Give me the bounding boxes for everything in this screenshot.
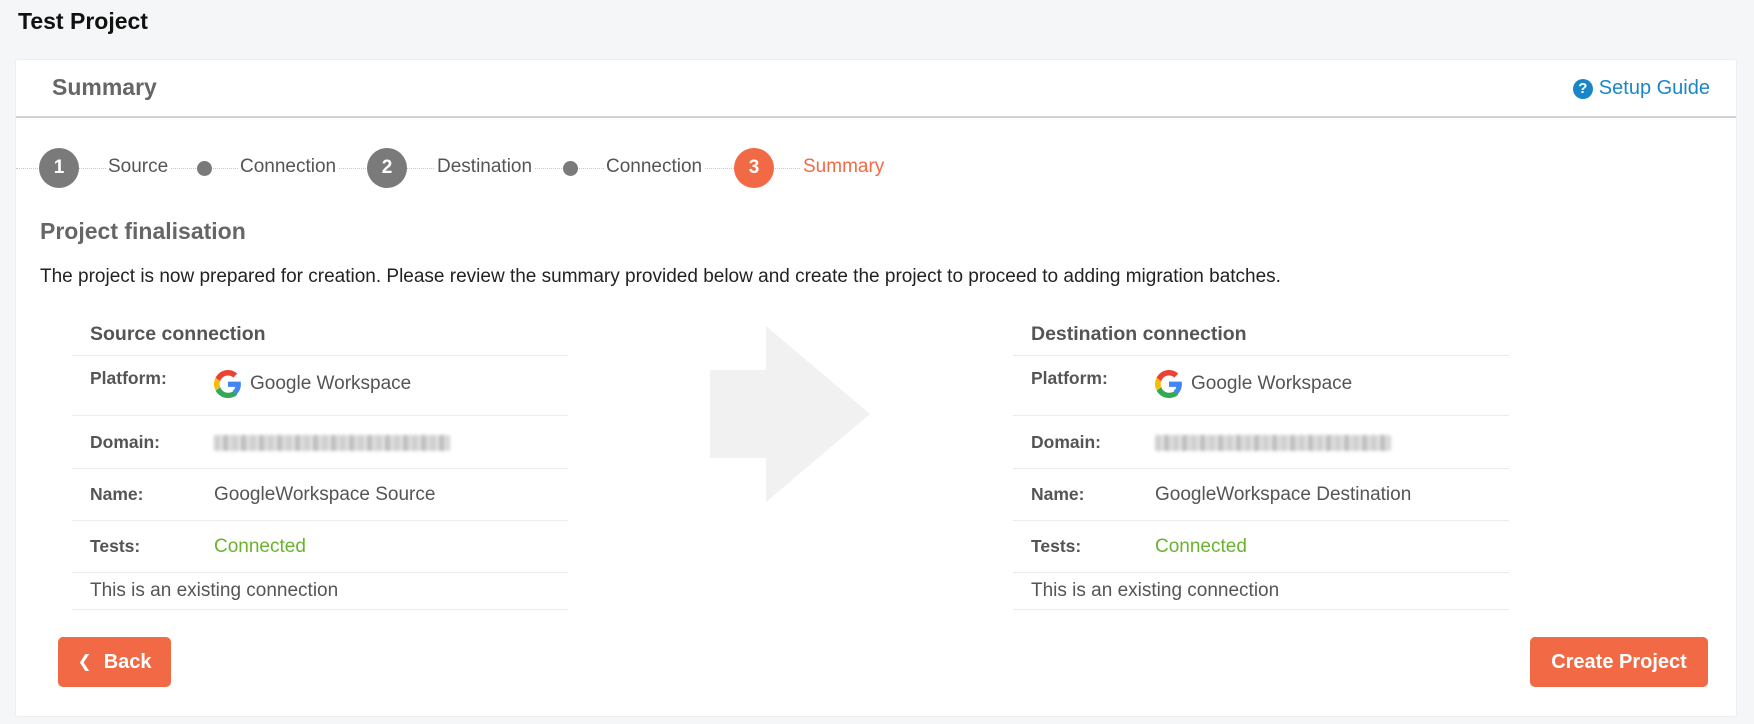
destination-domain-row: Domain:: [1013, 416, 1509, 469]
source-name-value: GoogleWorkspace Source: [214, 483, 436, 505]
create-project-button[interactable]: Create Project: [1530, 637, 1708, 687]
destination-platform-label: Platform:: [1031, 368, 1108, 388]
stepper: 1 Source Connection 2 Destination Connec…: [16, 146, 906, 192]
destination-platform-text: Google Workspace: [1191, 373, 1353, 394]
step-summary-label: Summary: [801, 156, 887, 178]
source-name-label: Name:: [90, 484, 144, 504]
help-circle-icon: ?: [1572, 78, 1593, 99]
step-1-circle: 1: [39, 148, 79, 188]
source-domain-row: Domain:: [72, 416, 568, 469]
setup-guide-link[interactable]: ? Setup Guide: [1572, 77, 1710, 100]
project-title: Test Project: [18, 8, 148, 34]
chevron-left-icon: ❮: [77, 652, 92, 671]
google-icon: [214, 370, 241, 398]
source-platform-label: Platform:: [90, 368, 167, 388]
summary-card: Summary ? Setup Guide 1 Source Connectio…: [15, 59, 1737, 717]
destination-name-label: Name:: [1031, 484, 1085, 504]
setup-guide-label: Setup Guide: [1598, 77, 1710, 99]
destination-tests-label: Tests:: [1031, 536, 1082, 556]
destination-domain-label: Domain:: [1031, 431, 1101, 452]
back-button[interactable]: ❮ Back: [58, 637, 171, 687]
section-title: Project finalisation: [40, 218, 246, 244]
card-header: Summary ? Setup Guide: [16, 60, 1736, 118]
step-3-circle: 3: [734, 148, 774, 188]
destination-name-value: GoogleWorkspace Destination: [1155, 483, 1412, 505]
arrow-right-icon: [710, 326, 870, 502]
back-button-label: Back: [103, 650, 152, 673]
step-source-label: Source: [106, 156, 171, 178]
source-domain-redacted: [214, 435, 450, 451]
step-destination-label: Destination: [435, 156, 535, 178]
source-domain-label: Domain:: [90, 431, 160, 452]
step-connection-dot: [197, 161, 212, 176]
card-title: Summary: [52, 74, 157, 100]
google-icon: [1155, 370, 1182, 398]
source-connection-title: Source connection: [72, 320, 568, 356]
source-tests-status: Connected: [214, 535, 306, 557]
destination-platform-row: Platform: Google Workspace: [1013, 356, 1509, 416]
step-2-circle: 2: [367, 148, 407, 188]
destination-platform-value: Google Workspace: [1155, 368, 1352, 398]
destination-tests-status: Connected: [1155, 535, 1247, 557]
destination-connection-title: Destination connection: [1013, 320, 1509, 356]
source-tests-label: Tests:: [90, 536, 141, 556]
source-tests-row: Tests: Connected: [72, 521, 568, 573]
step-connection-label: Connection: [238, 156, 339, 178]
source-name-row: Name: GoogleWorkspace Source: [72, 469, 568, 521]
step-connection-label-2: Connection: [604, 156, 705, 178]
destination-tests-row: Tests: Connected: [1013, 521, 1509, 573]
destination-name-row: Name: GoogleWorkspace Destination: [1013, 469, 1509, 521]
destination-domain-redacted: [1155, 435, 1391, 451]
destination-connection-panel: Destination connection Platform: Google …: [1013, 320, 1509, 610]
source-existing-note: This is an existing connection: [72, 573, 568, 610]
source-platform-row: Platform: Google Workspace: [72, 356, 568, 416]
section-description: The project is now prepared for creation…: [40, 266, 1281, 287]
source-platform-value: Google Workspace: [214, 368, 411, 398]
source-connection-panel: Source connection Platform: Google Works…: [72, 320, 568, 610]
destination-existing-note: This is an existing connection: [1013, 573, 1509, 610]
step-connection-dot-2: [563, 161, 578, 176]
source-platform-text: Google Workspace: [250, 373, 412, 394]
create-project-label: Create Project: [1551, 650, 1687, 673]
